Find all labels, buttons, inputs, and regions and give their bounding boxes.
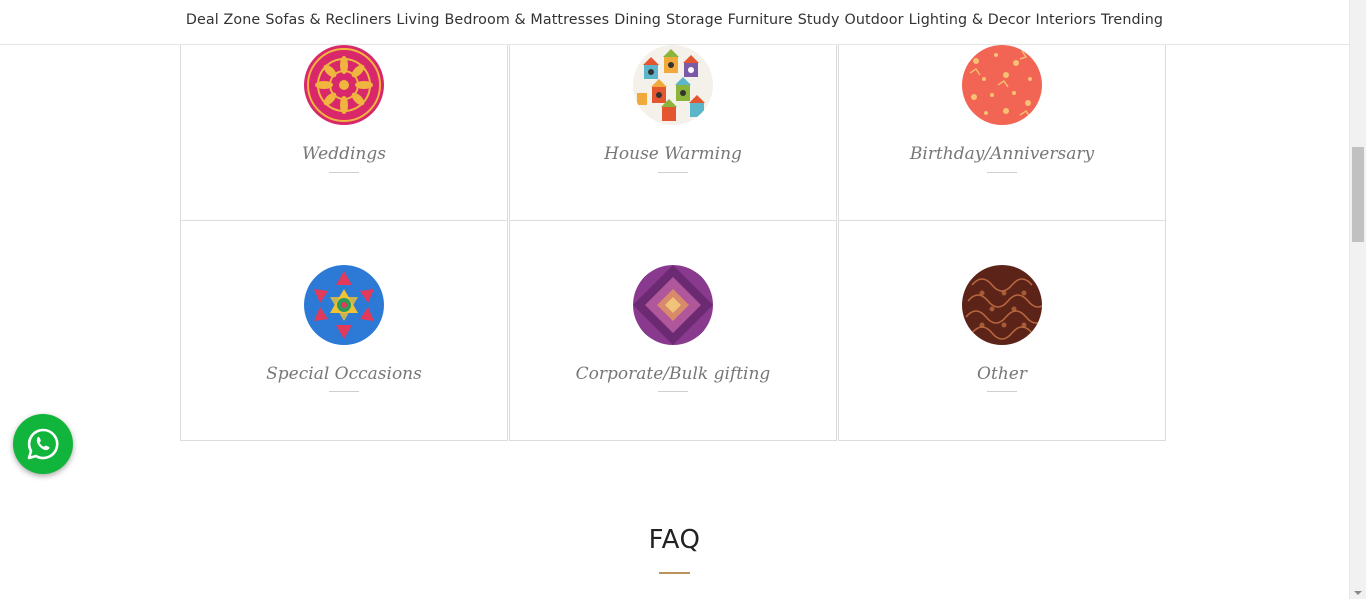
- faq-heading: FAQ: [648, 525, 701, 555]
- scrollbar-thumb[interactable]: [1352, 147, 1364, 242]
- nav-item-bedroom-mattresses[interactable]: Bedroom & Mattresses: [445, 12, 610, 28]
- occasion-label: Corporate/Bulk gifting: [575, 364, 771, 384]
- occasion-label: House Warming: [604, 144, 742, 164]
- nav-item-living[interactable]: Living: [396, 12, 439, 28]
- label-underline: [658, 391, 688, 392]
- nav-item-study[interactable]: Study: [798, 12, 840, 28]
- faq-heading-underline: [659, 572, 690, 574]
- birdhouse-pattern-icon: [633, 45, 713, 125]
- occasion-card-other[interactable]: Other: [838, 220, 1166, 441]
- geometric-pattern-icon: [633, 265, 713, 345]
- kaleidoscope-pattern-icon: [304, 265, 384, 345]
- occasion-card-corporate-bulk-gifting[interactable]: Corporate/Bulk gifting: [509, 220, 837, 441]
- occasion-label: Other: [977, 364, 1027, 384]
- label-underline: [329, 391, 359, 392]
- weddings-pattern-icon: [304, 45, 384, 125]
- nav-item-dining[interactable]: Dining: [614, 12, 661, 28]
- top-navigation: Deal Zone Sofas & Recliners Living Bedro…: [0, 0, 1349, 45]
- nav-item-trending[interactable]: Trending: [1101, 12, 1163, 28]
- occasion-label: Birthday/Anniversary: [909, 144, 1095, 164]
- page: Deal Zone Sofas & Recliners Living Bedro…: [0, 0, 1366, 599]
- page-scrollbar[interactable]: [1349, 0, 1366, 599]
- nav-item-sofas-recliners[interactable]: Sofas & Recliners: [265, 12, 391, 28]
- birthday-pattern-icon: [962, 45, 1042, 125]
- label-underline: [987, 391, 1017, 392]
- occasion-grid: Weddings House Warming Birthday/Annivers…: [180, 0, 1169, 441]
- whatsapp-chat-button[interactable]: [13, 414, 73, 474]
- label-underline: [329, 172, 359, 173]
- occasion-label: Weddings: [302, 144, 386, 164]
- occasion-card-special-occasions[interactable]: Special Occasions: [180, 220, 508, 441]
- nav-item-interiors[interactable]: Interiors: [1036, 12, 1097, 28]
- occasion-label: Special Occasions: [266, 364, 422, 384]
- nav-item-furniture[interactable]: Furniture: [728, 12, 793, 28]
- nav-menu: Deal Zone Sofas & Recliners Living Bedro…: [186, 12, 1163, 28]
- label-underline: [987, 172, 1017, 173]
- paisley-pattern-icon: [962, 265, 1042, 345]
- nav-item-outdoor[interactable]: Outdoor: [845, 12, 904, 28]
- scroll-down-arrow-icon[interactable]: [1354, 591, 1362, 595]
- label-underline: [658, 172, 688, 173]
- whatsapp-icon: [25, 426, 61, 462]
- nav-item-storage[interactable]: Storage: [666, 12, 723, 28]
- nav-item-lighting-decor[interactable]: Lighting & Decor: [909, 12, 1031, 28]
- nav-item-deal-zone[interactable]: Deal Zone: [186, 12, 260, 28]
